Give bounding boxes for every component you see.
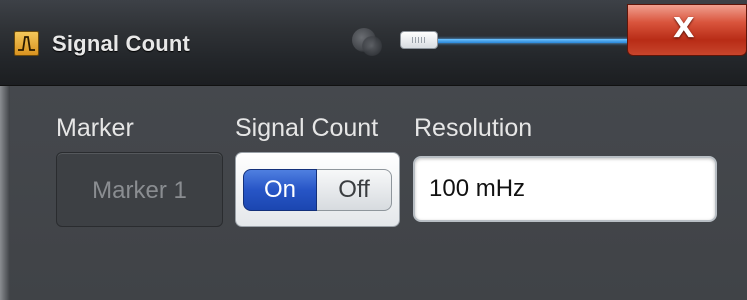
transparency-slider-handle[interactable]	[400, 31, 438, 49]
marker-select: Marker 1	[56, 152, 223, 227]
waveform-icon	[14, 31, 39, 56]
signal-count-off-button[interactable]: Off	[317, 169, 392, 211]
resolution-label: Resolution	[414, 114, 533, 142]
dialog-title: Signal Count	[52, 31, 191, 56]
signal-count-label: Signal Count	[235, 114, 379, 142]
transparency-slider-track[interactable]	[420, 39, 634, 43]
signal-count-on-button[interactable]: On	[243, 169, 317, 211]
signal-count-toggle: On Off	[235, 152, 400, 227]
resolution-value: 100 mHz	[429, 175, 526, 202]
marker-value: Marker 1	[92, 177, 187, 204]
resolution-input[interactable]: 100 mHz	[413, 156, 717, 222]
window-edge	[0, 86, 10, 300]
close-icon: X	[673, 11, 695, 44]
marker-label: Marker	[56, 114, 134, 142]
signal-count-dialog: Signal Count X Marker Signal Count Resol…	[0, 0, 747, 300]
decorative-orb	[362, 36, 382, 56]
close-button[interactable]: X	[627, 4, 747, 56]
title-bar[interactable]: Signal Count X	[0, 0, 747, 86]
